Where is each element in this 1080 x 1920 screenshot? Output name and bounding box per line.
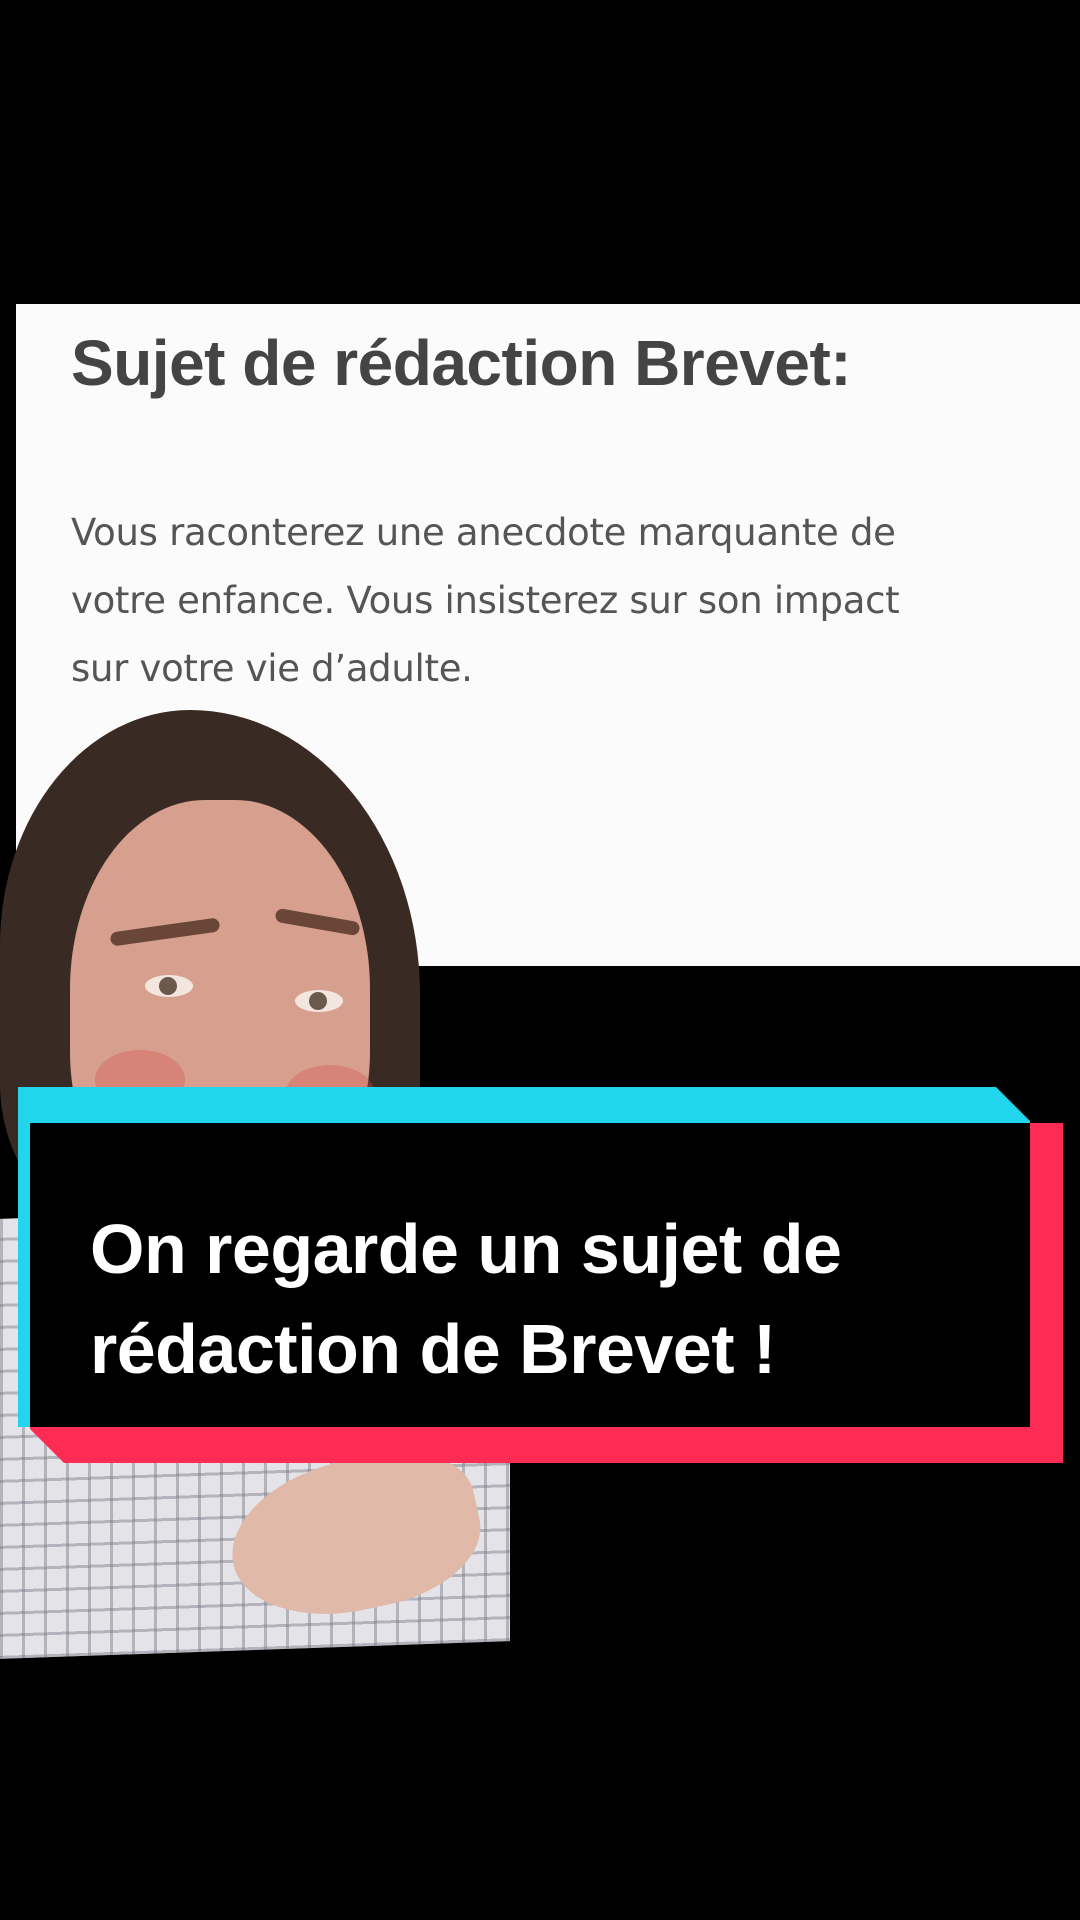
caption-line: On regarde un sujet de (90, 1210, 842, 1288)
presenter-eye (145, 975, 193, 997)
video-frame: Sujet de rédaction Brevet: Vous raconter… (0, 0, 1080, 1920)
document-body-line: Vous raconterez une anecdote marquante d… (71, 511, 896, 554)
caption-line: rédaction de Brevet ! (90, 1310, 776, 1388)
document-title: Sujet de rédaction Brevet: (71, 327, 852, 399)
presenter-eye (295, 990, 343, 1012)
caption-text: On regarde un sujet de rédaction de Brev… (90, 1199, 842, 1399)
document-body-line: sur votre vie d’adulte. (71, 647, 473, 690)
document-body-line: votre enfance. Vous insisterez sur son i… (71, 579, 900, 622)
document-body: Vous raconterez une anecdote marquante d… (71, 499, 1031, 703)
caption-banner: On regarde un sujet de rédaction de Brev… (18, 1087, 1063, 1463)
